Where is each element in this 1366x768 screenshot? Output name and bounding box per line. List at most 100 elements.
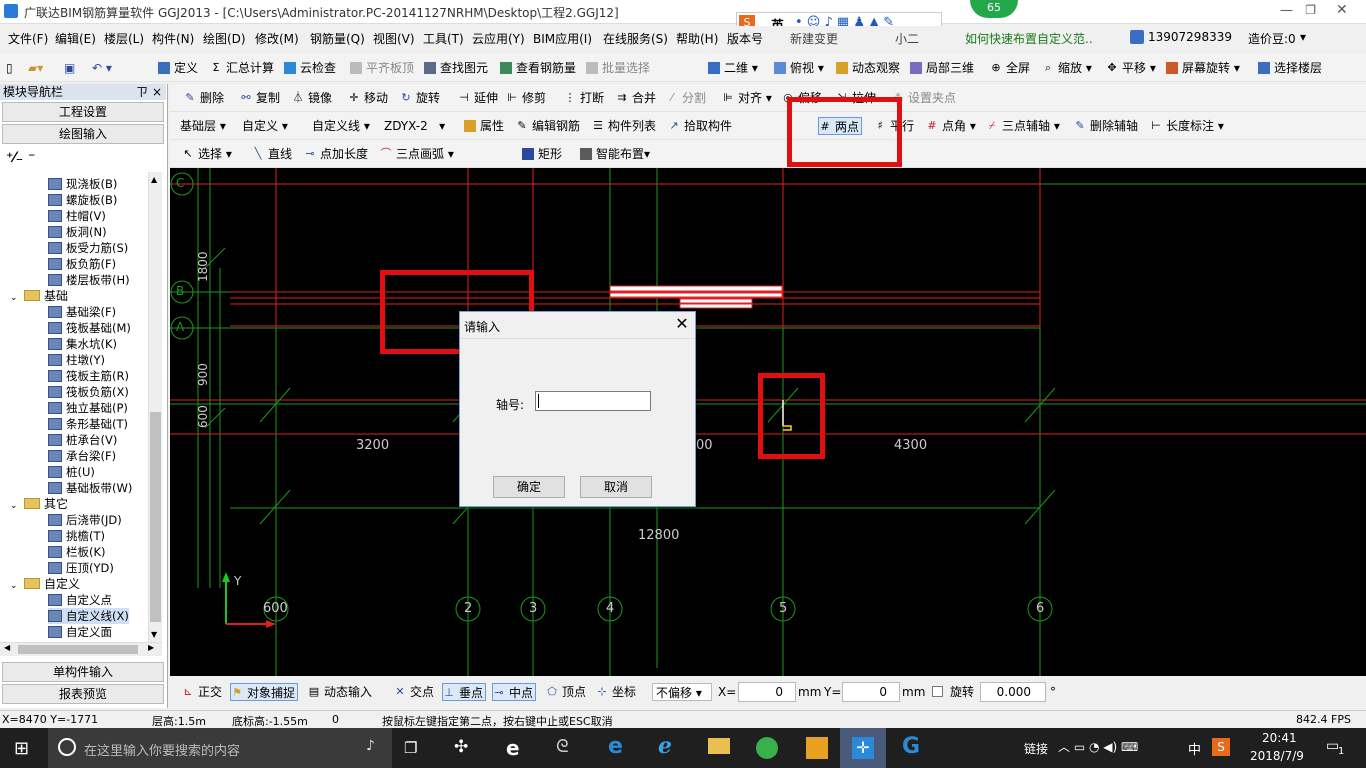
task-view-icon[interactable]: ❐ xyxy=(404,739,417,757)
line-button[interactable]: ╲ 直线 xyxy=(252,145,292,163)
tree-item[interactable]: 集水坑(K) xyxy=(48,336,117,352)
merge-button[interactable]: ⇉ 合并 xyxy=(616,89,656,107)
three-point-axis-button[interactable]: ⌿ 三点辅轴 ▾ xyxy=(986,117,1060,135)
menu-draw[interactable]: 绘图(D) xyxy=(203,30,246,47)
view-rebar-button[interactable]: 查看钢筋量 xyxy=(500,59,576,77)
tree-item[interactable]: 自定义线(X) xyxy=(48,608,129,624)
three-point-arc-dropdown[interactable]: ⌒ 三点画弧 ▾ xyxy=(380,145,454,163)
item-select[interactable]: ZDYX-2 ▾ xyxy=(384,117,464,135)
microphone-icon[interactable]: ♪ xyxy=(366,738,375,754)
pick-component-button[interactable]: ↗ 拾取构件 xyxy=(668,117,732,135)
tree-item[interactable]: 承台梁(F) xyxy=(48,448,116,464)
tree-item[interactable]: 筏板负筋(X) xyxy=(48,384,129,400)
save-icon[interactable]: ▣ xyxy=(64,59,75,77)
cancel-button[interactable]: 取消 xyxy=(580,476,652,498)
tree-item[interactable]: 桩(U) xyxy=(48,464,95,480)
clock-date[interactable]: 2018/7/9 xyxy=(1250,749,1304,763)
component-list-button[interactable]: ☰ 构件列表 xyxy=(592,117,656,135)
edge-legacy-icon[interactable]: e xyxy=(506,736,520,760)
menu-tools[interactable]: 工具(T) xyxy=(423,30,464,47)
tree-item[interactable]: 挑檐(T) xyxy=(48,528,105,544)
tree-item[interactable]: 板洞(N) xyxy=(48,224,107,240)
copy-button[interactable]: ⚯ 复制 xyxy=(240,89,280,107)
tree-item[interactable]: 板受力筋(S) xyxy=(48,240,128,256)
delete-button[interactable]: ✎ 删除 xyxy=(184,89,224,107)
swirl-app-icon[interactable]: ᘓ xyxy=(556,736,569,757)
menu-cloud[interactable]: 云应用(Y) xyxy=(472,30,525,47)
rotate-checkbox[interactable] xyxy=(932,686,943,697)
floor-select[interactable]: 基础层 ▾ xyxy=(180,117,240,135)
windows-start-icon[interactable]: ⊞ xyxy=(14,738,29,759)
score-badge[interactable]: 65 xyxy=(970,0,1018,18)
menu-edit[interactable]: 编辑(E) xyxy=(55,30,96,47)
scroll-up-icon[interactable]: ▲ xyxy=(151,175,157,184)
tab-project-settings[interactable]: 工程设置 xyxy=(2,102,164,122)
open-file-icon[interactable]: ▰▾ xyxy=(28,59,43,77)
ggj-taskbar-item[interactable]: ✛ xyxy=(840,728,886,768)
move-button[interactable]: ✛ 移动 xyxy=(348,89,388,107)
category-select[interactable]: 自定义 ▾ xyxy=(242,117,304,135)
tab-single-input[interactable]: 单构件输入 xyxy=(2,662,164,682)
tree-item[interactable]: 柱墩(Y) xyxy=(48,352,105,368)
tree-item[interactable]: 现浇板(B) xyxy=(48,176,117,192)
ok-button[interactable]: 确定 xyxy=(493,476,565,498)
rectangle-button[interactable]: 矩形 xyxy=(522,145,562,163)
tree-item[interactable]: 楼层板带(H) xyxy=(48,272,130,288)
user-phone[interactable]: 13907298339 xyxy=(1130,30,1232,44)
axis-number-input[interactable] xyxy=(535,391,651,411)
point-angle-axis-button[interactable]: # 点角 ▾ xyxy=(926,117,975,135)
tray-icons[interactable]: ︿ ▭ ◔ ◀) ⌨ xyxy=(1058,738,1138,755)
menu-modify[interactable]: 修改(M) xyxy=(255,30,299,47)
trim-button[interactable]: ⊩ 修剪 xyxy=(506,89,546,107)
tree-item[interactable]: 基础梁(F) xyxy=(48,304,116,320)
clock-time[interactable]: 20:41 xyxy=(1262,731,1297,745)
menu-rebar[interactable]: 钢筋量(Q) xyxy=(310,30,365,47)
zoom-dropdown[interactable]: ⌕ 缩放 ▾ xyxy=(1042,59,1092,77)
fan-app-icon[interactable]: ✣ xyxy=(454,737,468,757)
screen-rotate-dropdown[interactable]: 屏幕旋转 ▾ xyxy=(1166,59,1240,77)
vertex-snap-button[interactable]: ⬠ 顶点 xyxy=(546,683,586,701)
notes-app-icon[interactable] xyxy=(806,737,828,759)
dialog-close-icon[interactable]: ✕ xyxy=(672,314,692,334)
tab-report-preview[interactable]: 报表预览 xyxy=(2,684,164,704)
find-element-button[interactable]: 查找图元 xyxy=(424,59,488,77)
menu-component[interactable]: 构件(N) xyxy=(152,30,194,47)
undo-icon[interactable]: ↶ ▾ xyxy=(92,59,112,77)
scroll-down-icon[interactable]: ▼ xyxy=(151,630,157,639)
ime-indicator[interactable]: 中 xyxy=(1188,739,1201,758)
tree-item[interactable]: 螺旋板(B) xyxy=(48,192,117,208)
hint-link[interactable]: 如何快速布置自定义范.. xyxy=(965,30,1093,47)
collapse-icon[interactable]: ⌄ xyxy=(10,290,20,306)
edit-rebar-button[interactable]: ✎ 编辑钢筋 xyxy=(516,117,580,135)
pan-dropdown[interactable]: ✥ 平移 ▾ xyxy=(1106,59,1155,77)
g-app-icon[interactable]: G xyxy=(902,734,920,759)
rotate-input[interactable]: 0.000 xyxy=(980,682,1046,702)
ie-icon[interactable]: ℯ xyxy=(658,734,672,759)
edge-icon[interactable]: e xyxy=(608,734,623,759)
menu-online[interactable]: 在线服务(S) xyxy=(603,30,668,47)
scroll-thumb[interactable] xyxy=(150,412,161,622)
collapse-icon[interactable]: ⌄ xyxy=(10,498,20,514)
tab-draw-input[interactable]: 绘图输入 xyxy=(2,124,164,144)
coordinate-snap-button[interactable]: ⊹ 坐标 xyxy=(596,683,636,701)
extend-button[interactable]: ⊣ 延伸 xyxy=(458,89,498,107)
perpendicular-snap-button[interactable]: ⊥ 垂点 xyxy=(442,683,487,701)
dynamic-input-button[interactable]: ▤ 动态输入 xyxy=(308,683,372,701)
collapse-icon[interactable]: ⌄ xyxy=(10,578,20,594)
type-select[interactable]: 自定义线 ▾ xyxy=(312,117,376,135)
menu-view[interactable]: 视图(V) xyxy=(373,30,415,47)
object-snap-button[interactable]: ⚑ 对象捕捉 xyxy=(230,683,299,701)
tree-item[interactable]: 后浇带(JD) xyxy=(48,512,122,528)
summary-button[interactable]: Σ 汇总计算 xyxy=(210,59,275,77)
tree-folder[interactable]: ⌄ 其它 xyxy=(10,496,68,512)
delete-axis-button[interactable]: ✎ 删除辅轴 xyxy=(1074,117,1138,135)
dynamic-observe-button[interactable]: 动态观察 xyxy=(836,59,900,77)
tree-folder[interactable]: ⌄ 基础 xyxy=(10,288,68,304)
tree-item[interactable]: 柱帽(V) xyxy=(48,208,106,224)
hscroll-thumb[interactable] xyxy=(18,645,138,654)
panel-close-icon[interactable]: × xyxy=(152,84,162,100)
tree-item[interactable]: 压顶(YD) xyxy=(48,560,114,576)
taskbar-link[interactable]: 链接 xyxy=(1024,740,1048,757)
menu-help[interactable]: 帮助(H) xyxy=(676,30,718,47)
tree-hscrollbar[interactable]: ◀ ▶ xyxy=(0,642,162,656)
